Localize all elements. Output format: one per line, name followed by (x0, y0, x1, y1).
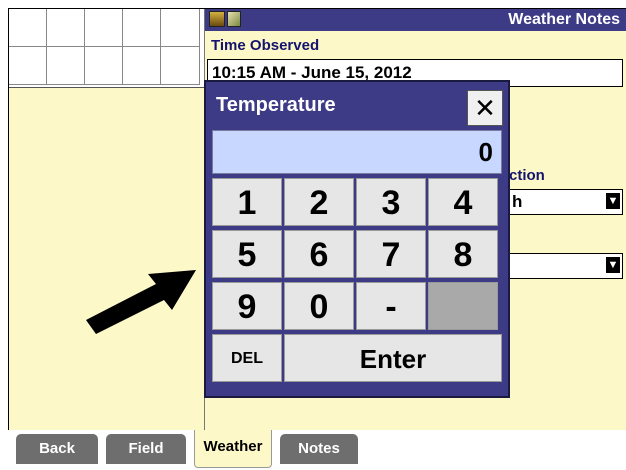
time-observed-label: Time Observed (211, 37, 320, 54)
header-bar: Weather Notes (205, 9, 626, 31)
page-title: Weather Notes (508, 11, 620, 28)
keypad-dialog: Temperature ✕ 0 1 2 3 4 5 6 7 8 9 0 - DE… (204, 80, 510, 398)
notebook-icon (209, 11, 225, 27)
key-5[interactable]: 5 (212, 230, 282, 278)
key-0[interactable]: 0 (284, 282, 354, 330)
chevron-down-icon[interactable]: ▼ (606, 193, 620, 209)
condition-select[interactable]: ▼ (505, 253, 623, 279)
key-2[interactable]: 2 (284, 178, 354, 226)
wind-direction-value: h (512, 192, 523, 211)
map-grid (9, 9, 204, 88)
chevron-down-icon[interactable]: ▼ (606, 257, 620, 273)
wind-direction-select[interactable]: h ▼ (505, 189, 623, 215)
back-button[interactable]: Back (16, 434, 98, 464)
bottom-tab-bar: Back Field Weather Notes (0, 430, 626, 470)
key-1[interactable]: 1 (212, 178, 282, 226)
tab-notes[interactable]: Notes (280, 434, 358, 464)
tab-weather[interactable]: Weather (194, 430, 272, 468)
close-button[interactable]: ✕ (467, 90, 503, 126)
key-6[interactable]: 6 (284, 230, 354, 278)
delete-button[interactable]: DEL (212, 334, 282, 382)
keypad-title: Temperature (216, 94, 336, 116)
keypad-display: 0 (212, 130, 502, 174)
wind-direction-label: ction (509, 167, 545, 184)
key-blank (428, 282, 498, 330)
enter-button[interactable]: Enter (284, 334, 502, 382)
weather-icon (227, 11, 241, 27)
key-9[interactable]: 9 (212, 282, 282, 330)
key-4[interactable]: 4 (428, 178, 498, 226)
pointer-arrow-icon (86, 270, 196, 334)
key-8[interactable]: 8 (428, 230, 498, 278)
tab-field[interactable]: Field (106, 434, 186, 464)
key-3[interactable]: 3 (356, 178, 426, 226)
key-7[interactable]: 7 (356, 230, 426, 278)
key-minus[interactable]: - (356, 282, 426, 330)
